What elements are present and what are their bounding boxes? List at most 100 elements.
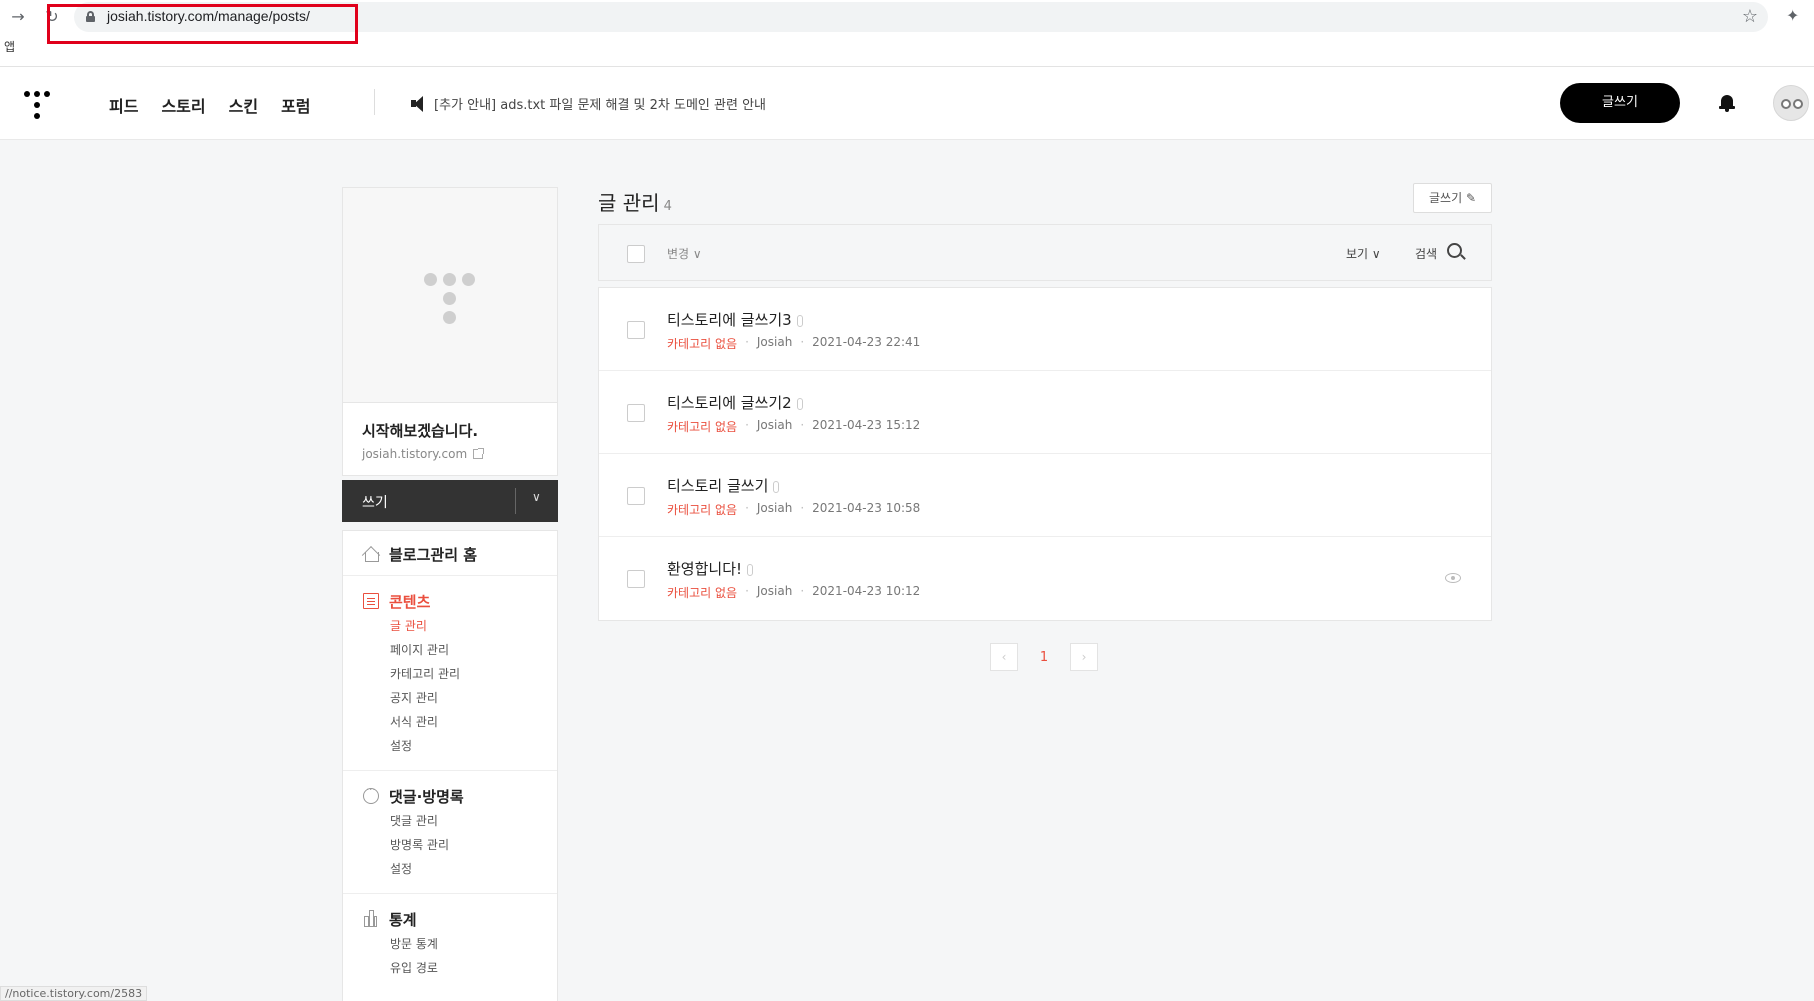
table-row: 티스토리 글쓰기 카테고리 없음 · Josiah · 2021-04-23 10:…: [599, 454, 1491, 537]
next-page-button[interactable]: ›: [1070, 643, 1098, 671]
meta-separator: ·: [800, 335, 805, 349]
tistory-logo[interactable]: [24, 91, 50, 121]
nav-skin[interactable]: 스킨: [229, 93, 258, 117]
menu-item-referrers[interactable]: 유입 경로: [343, 956, 557, 980]
menu-item-comments[interactable]: 댓글 관리: [343, 809, 557, 833]
post-category[interactable]: 카테고리 없음: [667, 584, 737, 601]
comment-icon: [363, 785, 379, 804]
row-checkbox[interactable]: [627, 321, 645, 339]
extensions-puzzle-icon[interactable]: ✦: [1786, 6, 1806, 26]
menu-label: 콘텐츠: [389, 592, 431, 611]
meta-separator: ·: [745, 335, 749, 349]
post-category[interactable]: 카테고리 없음: [667, 501, 737, 518]
post-author: Josiah: [756, 418, 793, 432]
pagination: ‹ 1 ›: [990, 643, 1098, 671]
status-bar-url: //notice.tistory.com/2583: [0, 986, 148, 1001]
nav-feed[interactable]: 피드: [109, 93, 138, 117]
chart-icon: [363, 910, 379, 927]
forward-arrow-icon[interactable]: →: [6, 5, 30, 29]
write-post-button[interactable]: 글쓰기 ✎: [1413, 183, 1492, 213]
table-row: 티스토리에 글쓰기3 카테고리 없음 · Josiah · 2021-04-23 2…: [599, 288, 1491, 371]
nav-story[interactable]: 스토리: [161, 93, 205, 117]
search-icon[interactable]: [1447, 243, 1462, 258]
nav-forum[interactable]: 포럼: [281, 93, 310, 117]
admin-menu: 블로그관리 홈 콘텐츠 글 관리 페이지 관리 카테고리 관리 공지 관리 서식…: [342, 530, 558, 1001]
blog-url: josiah.tistory.com: [362, 447, 468, 461]
post-date: 2021-04-23 10:12: [812, 584, 921, 598]
post-author: Josiah: [756, 501, 793, 515]
row-checkbox[interactable]: [627, 404, 645, 422]
bell-icon[interactable]: [1719, 93, 1735, 113]
write-dropdown[interactable]: 쓰기 ∨: [342, 480, 558, 522]
post-title: 티스토리 글쓰기: [667, 477, 769, 495]
change-dropdown[interactable]: 변경 ∨: [667, 245, 702, 262]
url-highlight-box: [47, 4, 358, 44]
menu-item-visit-stats[interactable]: 방문 통계: [343, 932, 557, 956]
post-list: 티스토리에 글쓰기3 카테고리 없음 · Josiah · 2021-04-23 2…: [598, 287, 1492, 621]
write-post-label: 글쓰기: [1428, 191, 1463, 205]
meta-separator: ·: [800, 418, 805, 432]
post-meta: 카테고리 없음 · Josiah · 2021-04-23 15:12: [667, 418, 920, 435]
paperclip-icon: [747, 563, 754, 576]
header-write-button[interactable]: 글쓰기: [1560, 83, 1680, 123]
post-meta: 카테고리 없음 · Josiah · 2021-04-23 10:58: [667, 501, 920, 518]
menu-item-content-settings[interactable]: 설정: [343, 734, 557, 758]
menu-item-posts[interactable]: 글 관리: [343, 614, 557, 638]
avatar[interactable]: [1773, 85, 1809, 121]
notice-link[interactable]: [추가 안내] ads.txt 파일 문제 해결 및 2차 도메인 관련 안내: [410, 94, 766, 113]
post-title-link[interactable]: 티스토리 글쓰기: [667, 475, 780, 496]
page-title-text: 글 관리: [598, 191, 660, 215]
global-nav: 피드 스토리 스킨 포럼: [109, 93, 311, 117]
nav-divider: [374, 89, 375, 115]
prev-page-button[interactable]: ‹: [990, 643, 1018, 671]
post-count: 4: [663, 199, 672, 214]
post-title-link[interactable]: 티스토리에 글쓰기2: [667, 392, 803, 413]
bookmarks-apps[interactable]: 앱: [4, 38, 15, 55]
menu-group-home: 블로그관리 홈: [343, 531, 557, 576]
row-checkbox[interactable]: [627, 487, 645, 505]
meta-separator: ·: [800, 501, 805, 515]
post-category[interactable]: 카테고리 없음: [667, 418, 737, 435]
post-title: 환영합니다!: [667, 560, 743, 578]
menu-item-comment-settings[interactable]: 설정: [343, 857, 557, 881]
pencil-icon: ✎: [1465, 191, 1476, 205]
menu-comments[interactable]: 댓글·방명록: [343, 783, 557, 809]
menu-item-pages[interactable]: 페이지 관리: [343, 638, 557, 662]
row-checkbox[interactable]: [627, 570, 645, 588]
menu-label: 댓글·방명록: [389, 787, 464, 806]
home-icon: [363, 546, 379, 562]
post-date: 2021-04-23 22:41: [812, 335, 921, 349]
menu-item-guestbook[interactable]: 방명록 관리: [343, 833, 557, 857]
menu-content[interactable]: 콘텐츠: [343, 588, 557, 614]
menu-home[interactable]: 블로그관리 홈: [343, 541, 557, 567]
site-header: 피드 스토리 스킨 포럼 [추가 안내] ads.txt 파일 문제 해결 및 …: [0, 67, 1814, 140]
page-number[interactable]: 1: [1030, 650, 1058, 665]
menu-group-comments: 댓글·방명록 댓글 관리 방명록 관리 설정: [343, 771, 557, 894]
write-bar-label: 쓰기: [362, 495, 388, 511]
menu-stats[interactable]: 통계: [343, 906, 557, 932]
menu-item-categories[interactable]: 카테고리 관리: [343, 662, 557, 686]
post-category[interactable]: 카테고리 없음: [667, 335, 737, 352]
blog-url-link[interactable]: josiah.tistory.com: [362, 447, 538, 461]
sidebar: 시작해보겠습니다. josiah.tistory.com 쓰기 ∨ 블로그관리 …: [342, 187, 558, 1001]
view-label: 보기: [1346, 247, 1369, 261]
star-icon[interactable]: ☆: [1742, 6, 1758, 27]
write-bar-divider: [515, 488, 516, 514]
post-meta: 카테고리 없음 · Josiah · 2021-04-23 22:41: [667, 335, 920, 352]
eye-icon[interactable]: [1445, 573, 1461, 583]
view-dropdown[interactable]: 보기 ∨: [1346, 245, 1381, 262]
search-button[interactable]: 검색: [1415, 245, 1437, 262]
list-toolbar: 변경 ∨ 보기 ∨ 검색: [598, 224, 1492, 281]
meta-separator: ·: [800, 584, 805, 598]
post-title-link[interactable]: 환영합니다!: [667, 558, 754, 579]
menu-label: 통계: [389, 910, 417, 929]
chevron-down-icon[interactable]: ∨: [532, 490, 541, 504]
chevron-down-icon: ∨: [1371, 247, 1381, 261]
menu-item-notices[interactable]: 공지 관리: [343, 686, 557, 710]
select-all-checkbox[interactable]: [627, 245, 645, 263]
post-title: 티스토리에 글쓰기3: [667, 311, 792, 329]
document-icon: [363, 593, 379, 609]
menu-item-templates[interactable]: 서식 관리: [343, 710, 557, 734]
post-author: Josiah: [756, 584, 793, 598]
post-title-link[interactable]: 티스토리에 글쓰기3: [667, 309, 803, 330]
